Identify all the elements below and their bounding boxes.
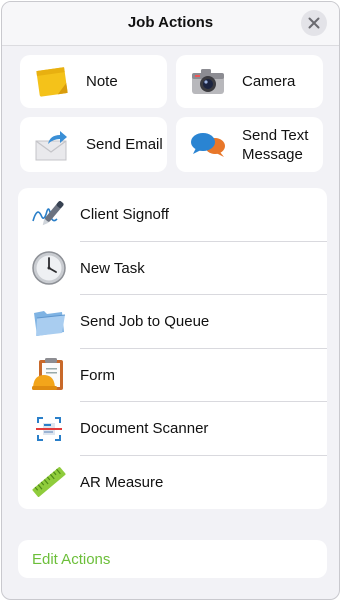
list-item-label: Client Signoff [80,206,169,224]
note-button[interactable]: Note [20,55,167,108]
send-email-label: Send Email [86,136,163,153]
scanner-icon [31,411,67,447]
send-text-message-button[interactable]: Send Text Message [176,117,323,172]
send-email-button[interactable]: Send Email [20,117,167,172]
hardhat-clipboard-icon [31,357,67,393]
close-button[interactable] [301,10,327,36]
text-message-icon [188,125,228,165]
camera-label: Camera [242,73,296,90]
list-item-send-job-to-queue[interactable]: Send Job to Queue [18,295,327,349]
close-icon [308,17,320,29]
ruler-icon [31,464,67,500]
list-item-label: Form [80,366,115,384]
note-label: Note [86,73,118,90]
sheet-title: Job Actions [127,14,214,31]
note-icon [32,62,72,102]
list-item-new-task[interactable]: New Task [18,242,327,295]
list-item-ar-measure[interactable]: AR Measure [18,456,327,510]
edit-actions-label: Edit Actions [32,550,111,568]
actions-list: Client Signoff New Task Send Job to Queu… [18,188,327,509]
signature-pen-icon [31,197,67,233]
camera-button[interactable]: Camera [176,55,323,108]
list-item-label: New Task [80,259,145,277]
list-item-label: Document Scanner [80,420,209,438]
sheet-header: Job Actions [2,2,339,46]
list-item-label: Send Job to Queue [80,313,210,331]
list-item-form[interactable]: Form [18,349,327,402]
camera-icon [188,62,228,102]
list-item-client-signoff[interactable]: Client Signoff [18,188,327,242]
send-text-message-label: Send Text Message [242,126,309,163]
folder-icon [31,304,67,340]
clock-icon [31,250,67,286]
edit-actions-button[interactable]: Edit Actions [18,540,327,578]
email-icon [32,125,72,165]
list-item-label: AR Measure [80,473,164,491]
list-item-document-scanner[interactable]: Document Scanner [18,402,327,456]
job-actions-sheet: Job Actions Note Camera Send Email Send … [1,1,340,600]
